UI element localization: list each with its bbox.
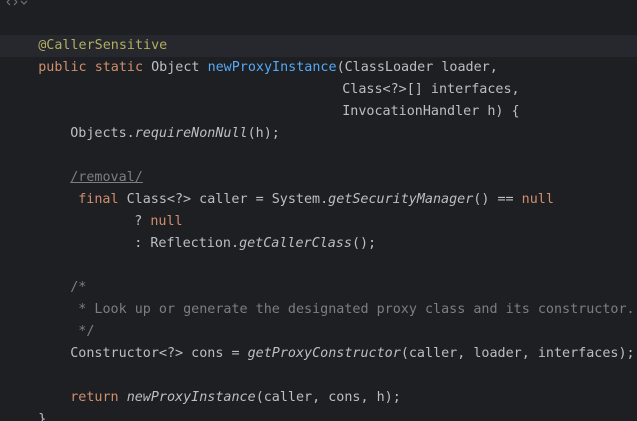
- objects-ref: Objects.: [70, 126, 135, 141]
- code-line-13[interactable]: Constructor<?> cons = getProxyConstructo…: [38, 321, 634, 361]
- call-args: (h);: [247, 126, 280, 141]
- keyword-public: public: [38, 60, 87, 75]
- call-require-non-null: requireNonNull: [134, 126, 248, 141]
- code-line-8[interactable]: ? null: [102, 189, 182, 229]
- code-line-2[interactable]: public static Object newProxyInstance(Cl…: [6, 35, 498, 75]
- code-vision-icon[interactable]: [6, 0, 18, 7]
- code-line-12[interactable]: */: [38, 299, 94, 339]
- code-line-9[interactable]: : Reflection.getCallerClass();: [102, 211, 376, 251]
- code-line-14[interactable]: return newProxyInstance(caller, cons, h)…: [38, 365, 401, 405]
- cons-declaration: Constructor<?> cons =: [70, 346, 248, 361]
- chevron-down-icon[interactable]: [20, 0, 28, 6]
- code-line-3[interactable]: Class<?>[] interfaces,: [310, 57, 519, 97]
- code-line-10[interactable]: /*: [38, 255, 86, 295]
- code-line-11[interactable]: * Look up or generate the designated pro…: [38, 277, 634, 317]
- keyword-static: static: [94, 60, 144, 75]
- code-line-1[interactable]: @CallerSensitive: [6, 13, 167, 53]
- keyword-null: null: [521, 192, 554, 207]
- code-vision-toolbar[interactable]: [6, 0, 28, 8]
- call-end: ();: [351, 236, 377, 251]
- call-get-security-manager: getSecurityManager: [328, 192, 474, 207]
- closing-brace: }: [38, 412, 47, 421]
- call-new-proxy-instance: newProxyInstance: [126, 390, 256, 405]
- call-get-caller-class: getCallerClass: [239, 236, 352, 251]
- keyword-return: return: [70, 390, 119, 405]
- code-line-6[interactable]: /removal/: [38, 145, 143, 185]
- call-args-2: (caller, loader, interfaces);: [400, 346, 635, 361]
- code-line-4[interactable]: InvocationHandler h) {: [310, 79, 519, 119]
- code-line-15[interactable]: }: [6, 387, 46, 421]
- code-editor[interactable]: @CallerSensitive public static Object ne…: [0, 0, 637, 421]
- code-line-5[interactable]: Objects.requireNonNull(h);: [38, 101, 280, 141]
- reflection-ref: : Reflection.: [134, 236, 240, 251]
- code-line-7[interactable]: final Class<?> caller = System.getSecuri…: [46, 167, 554, 207]
- call-get-proxy-constructor: getProxyConstructor: [247, 346, 401, 361]
- param-handler: InvocationHandler h) {: [342, 104, 520, 119]
- comparison: () ==: [473, 192, 522, 207]
- call-args-3: (caller, cons, h);: [255, 390, 401, 405]
- comment-body: * Look up or generate the designated pro…: [70, 302, 635, 317]
- return-type: Object: [151, 60, 200, 75]
